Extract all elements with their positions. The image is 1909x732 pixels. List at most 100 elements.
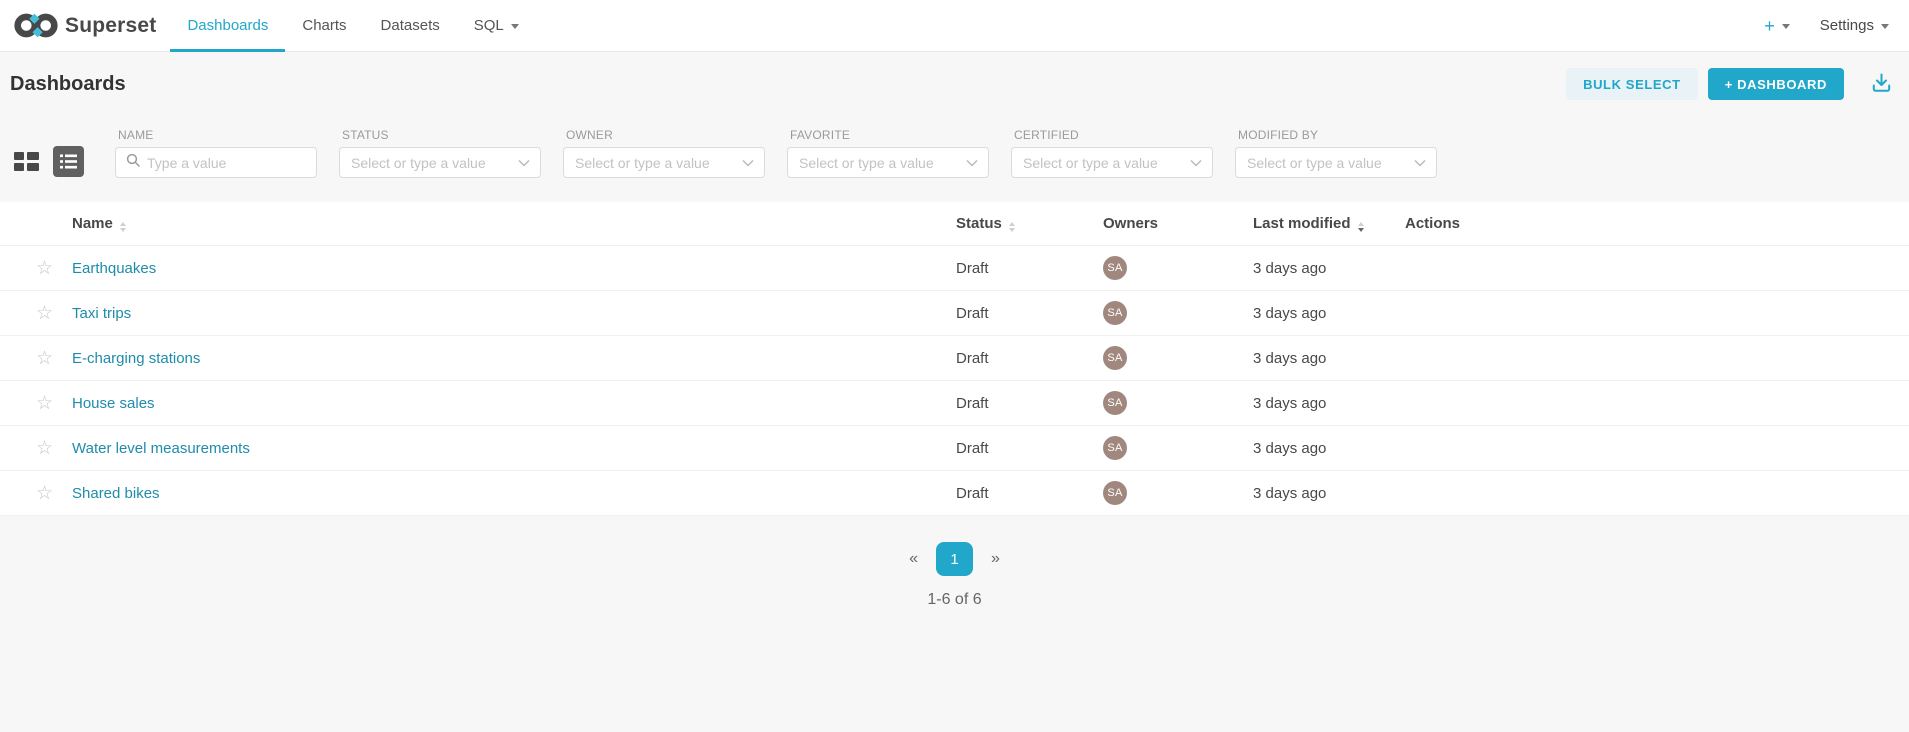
status-select[interactable]: Select or type a value (339, 147, 541, 178)
filter-modified-by: MODIFIED BY Select or type a value (1235, 128, 1437, 178)
sort-icon (1009, 222, 1015, 232)
page-title: Dashboards (10, 73, 126, 96)
list-view-icon[interactable] (53, 146, 84, 177)
view-toggles (13, 146, 84, 178)
plus-icon: + (1764, 17, 1775, 35)
nav-tab-dashboards[interactable]: Dashboards (170, 0, 285, 51)
sort-header-status[interactable]: Status (956, 202, 1103, 246)
filter-favorite: FAVORITE Select or type a value (787, 128, 989, 178)
dashboard-link[interactable]: E-charging stations (72, 350, 200, 367)
actions-cell (1405, 336, 1909, 381)
owner-select[interactable]: Select or type a value (563, 147, 765, 178)
main-nav: Dashboards Charts Datasets SQL (170, 0, 535, 51)
status-cell: Draft (956, 381, 1103, 426)
import-dashboards-button[interactable] (1870, 71, 1893, 97)
dashboard-link[interactable]: Earthquakes (72, 260, 156, 277)
bulk-select-button[interactable]: BULK SELECT (1566, 68, 1698, 100)
status-cell: Draft (956, 246, 1103, 291)
table-row: ☆ Water level measurements Draft SA 3 da… (0, 426, 1909, 471)
actions-cell (1405, 426, 1909, 471)
sort-desc-icon (1358, 222, 1364, 232)
status-cell: Draft (956, 291, 1103, 336)
caret-down-icon (1881, 24, 1889, 29)
favorite-select[interactable]: Select or type a value (787, 147, 989, 178)
filter-owner: OWNER Select or type a value (563, 128, 765, 178)
nav-tab-sql[interactable]: SQL (457, 0, 536, 51)
previous-page-button[interactable]: « (897, 550, 930, 568)
input-placeholder: Type a value (147, 155, 226, 171)
chevron-down-icon (1414, 159, 1426, 167)
table-row: ☆ Shared bikes Draft SA 3 days ago (0, 471, 1909, 516)
superset-logo[interactable]: Superset (0, 0, 164, 51)
certified-select[interactable]: Select or type a value (1011, 147, 1213, 178)
page-1-button[interactable]: 1 (936, 542, 973, 576)
filter-status: STATUS Select or type a value (339, 128, 541, 178)
name-search-input[interactable]: Type a value (115, 147, 317, 178)
dashboard-link[interactable]: Taxi trips (72, 305, 131, 322)
filter-label: FAVORITE (790, 128, 989, 142)
actions-cell (1405, 291, 1909, 336)
chevron-down-icon (742, 159, 754, 167)
favorite-star-icon[interactable]: ☆ (36, 259, 53, 278)
modified-by-select[interactable]: Select or type a value (1235, 147, 1437, 178)
select-placeholder: Select or type a value (1023, 155, 1158, 171)
last-modified-cell: 3 days ago (1253, 426, 1405, 471)
filter-bar: NAME Type a value STATUS Select or type … (0, 100, 1909, 194)
favorite-star-icon[interactable]: ☆ (36, 484, 53, 503)
chevron-down-icon (1190, 159, 1202, 167)
filter-label: OWNER (566, 128, 765, 142)
filter-label: STATUS (342, 128, 541, 142)
select-placeholder: Select or type a value (351, 155, 486, 171)
dashboards-table: Name Status Owners Last modified Actions (0, 202, 1909, 516)
table-header-row: Name Status Owners Last modified Actions (0, 202, 1909, 246)
favorite-star-icon[interactable]: ☆ (36, 394, 53, 413)
owner-avatar[interactable]: SA (1103, 481, 1127, 505)
card-view-icon[interactable] (13, 148, 41, 176)
last-modified-cell: 3 days ago (1253, 381, 1405, 426)
row-count-summary: 1-6 of 6 (0, 591, 1909, 609)
content-area: Dashboards BULK SELECT + DASHBOARD (0, 52, 1909, 732)
actions-cell (1405, 246, 1909, 291)
favorite-star-icon[interactable]: ☆ (36, 304, 53, 323)
chevron-down-icon (966, 159, 978, 167)
owner-avatar[interactable]: SA (1103, 391, 1127, 415)
favorite-column-header (0, 202, 72, 246)
owner-avatar[interactable]: SA (1103, 346, 1127, 370)
nav-right: + Settings (1764, 0, 1909, 51)
download-icon (1870, 71, 1893, 97)
owner-avatar[interactable]: SA (1103, 301, 1127, 325)
actions-cell (1405, 471, 1909, 516)
filter-label: NAME (118, 128, 317, 142)
filter-name: NAME Type a value (115, 128, 317, 178)
sort-icon (120, 222, 126, 232)
superset-logo-icon (14, 12, 58, 39)
sort-header-last-modified[interactable]: Last modified (1253, 202, 1405, 246)
dashboard-link[interactable]: House sales (72, 395, 155, 412)
filter-label: MODIFIED BY (1238, 128, 1437, 142)
settings-menu-button[interactable]: Settings (1820, 17, 1889, 34)
brand-name: Superset (65, 14, 156, 38)
last-modified-cell: 3 days ago (1253, 336, 1405, 381)
select-placeholder: Select or type a value (799, 155, 934, 171)
search-icon (126, 153, 140, 172)
nav-tab-datasets[interactable]: Datasets (364, 0, 457, 51)
new-item-menu-button[interactable]: + (1764, 17, 1790, 35)
column-header-actions: Actions (1405, 202, 1909, 246)
next-page-button[interactable]: » (979, 550, 1012, 568)
table-row: ☆ House sales Draft SA 3 days ago (0, 381, 1909, 426)
caret-down-icon (1782, 24, 1790, 29)
nav-tab-charts[interactable]: Charts (285, 0, 363, 51)
last-modified-cell: 3 days ago (1253, 471, 1405, 516)
sort-header-name[interactable]: Name (72, 202, 956, 246)
favorite-star-icon[interactable]: ☆ (36, 349, 53, 368)
last-modified-cell: 3 days ago (1253, 291, 1405, 336)
new-dashboard-button[interactable]: + DASHBOARD (1708, 68, 1844, 100)
favorite-star-icon[interactable]: ☆ (36, 439, 53, 458)
caret-down-icon (511, 24, 519, 29)
dashboard-link[interactable]: Water level measurements (72, 440, 250, 457)
dashboard-link[interactable]: Shared bikes (72, 485, 160, 502)
select-placeholder: Select or type a value (1247, 155, 1382, 171)
owner-avatar[interactable]: SA (1103, 256, 1127, 280)
last-modified-cell: 3 days ago (1253, 246, 1405, 291)
owner-avatar[interactable]: SA (1103, 436, 1127, 460)
